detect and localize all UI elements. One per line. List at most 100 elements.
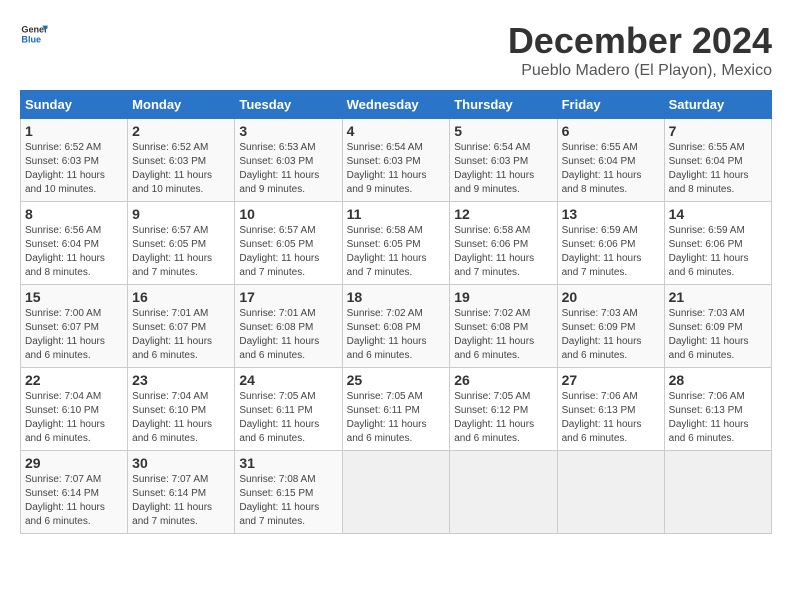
day-number: 21	[669, 289, 767, 305]
calendar-cell: 14Sunrise: 6:59 AM Sunset: 6:06 PM Dayli…	[664, 202, 771, 285]
calendar-cell: 9 Sunrise: 6:57 AM Sunset: 6:05 PM Daylig…	[128, 202, 235, 285]
weekday-wednesday: Wednesday	[342, 91, 450, 119]
day-number: 25	[347, 372, 446, 388]
day-number: 26	[454, 372, 552, 388]
day-info: Sunrise: 6:59 AM Sunset: 6:06 PM Dayligh…	[562, 224, 660, 280]
day-number: 4	[347, 123, 446, 139]
day-number: 11	[347, 206, 446, 222]
calendar-cell: 13 Sunrise: 6:59 AM Sunset: 6:06 PM Dayli…	[557, 202, 664, 285]
calendar-cell: 26 Sunrise: 7:05 AM Sunset: 6:12 PM Dayli…	[450, 368, 557, 451]
day-info: Sunrise: 6:57 AM Sunset: 6:05 PM Dayligh…	[132, 224, 230, 280]
day-info: Sunrise: 6:58 AM Sunset: 6:05 PM Dayligh…	[347, 224, 446, 280]
calendar-cell: 24 Sunrise: 7:05 AM Sunset: 6:11 PM Dayli…	[235, 368, 342, 451]
calendar-cell: 23 Sunrise: 7:04 AM Sunset: 6:10 PM Dayli…	[128, 368, 235, 451]
weekday-thursday: Thursday	[450, 91, 557, 119]
weekday-monday: Monday	[128, 91, 235, 119]
weekday-saturday: Saturday	[664, 91, 771, 119]
weekday-tuesday: Tuesday	[235, 91, 342, 119]
day-info: Sunrise: 7:02 AM Sunset: 6:08 PM Dayligh…	[347, 307, 446, 363]
day-info: Sunrise: 6:54 AM Sunset: 6:03 PM Dayligh…	[454, 141, 552, 197]
day-info: Sunrise: 7:06 AM Sunset: 6:13 PM Dayligh…	[562, 390, 660, 446]
calendar-cell: 7 Sunrise: 6:55 AM Sunset: 6:04 PM Daylig…	[664, 119, 771, 202]
day-number: 8	[25, 206, 123, 222]
day-number: 16	[132, 289, 230, 305]
day-info: Sunrise: 7:00 AM Sunset: 6:07 PM Dayligh…	[25, 307, 123, 363]
location-subtitle: Pueblo Madero (El Playon), Mexico	[508, 62, 772, 80]
day-info: Sunrise: 7:02 AM Sunset: 6:08 PM Dayligh…	[454, 307, 552, 363]
day-info: Sunrise: 7:05 AM Sunset: 6:12 PM Dayligh…	[454, 390, 552, 446]
day-number: 18	[347, 289, 446, 305]
calendar-cell: 8 Sunrise: 6:56 AM Sunset: 6:04 PM Daylig…	[21, 202, 128, 285]
day-number: 12	[454, 206, 552, 222]
calendar-cell: 1 Sunrise: 6:52 AM Sunset: 6:03 PM Daylig…	[21, 119, 128, 202]
calendar-cell: 11 Sunrise: 6:58 AM Sunset: 6:05 PM Dayli…	[342, 202, 450, 285]
day-info: Sunrise: 6:53 AM Sunset: 6:03 PM Dayligh…	[239, 141, 337, 197]
day-info: Sunrise: 6:52 AM Sunset: 6:03 PM Dayligh…	[132, 141, 230, 197]
calendar-cell: 6Sunrise: 6:55 AM Sunset: 6:04 PM Daylig…	[557, 119, 664, 202]
day-number: 2	[132, 123, 230, 139]
day-number: 6	[562, 123, 660, 139]
calendar-table: SundayMondayTuesdayWednesdayThursdayFrid…	[20, 90, 772, 534]
day-info: Sunrise: 7:03 AM Sunset: 6:09 PM Dayligh…	[669, 307, 767, 363]
calendar-cell: 22Sunrise: 7:04 AM Sunset: 6:10 PM Dayli…	[21, 368, 128, 451]
calendar-week-3: 15 Sunrise: 7:00 AM Sunset: 6:07 PM Dayli…	[21, 285, 772, 368]
calendar-cell: 21 Sunrise: 7:03 AM Sunset: 6:09 PM Dayli…	[664, 285, 771, 368]
logo-icon: General Blue	[20, 20, 48, 48]
day-number: 22	[25, 372, 123, 388]
calendar-cell: 17Sunrise: 7:01 AM Sunset: 6:08 PM Dayli…	[235, 285, 342, 368]
day-number: 23	[132, 372, 230, 388]
month-title: December 2024	[508, 20, 772, 62]
day-info: Sunrise: 6:57 AM Sunset: 6:05 PM Dayligh…	[239, 224, 337, 280]
day-info: Sunrise: 7:05 AM Sunset: 6:11 PM Dayligh…	[347, 390, 446, 446]
calendar-cell: 25 Sunrise: 7:05 AM Sunset: 6:11 PM Dayli…	[342, 368, 450, 451]
weekday-sunday: Sunday	[21, 91, 128, 119]
day-number: 10	[239, 206, 337, 222]
calendar-cell: 12 Sunrise: 6:58 AM Sunset: 6:06 PM Dayli…	[450, 202, 557, 285]
day-info: Sunrise: 6:52 AM Sunset: 6:03 PM Dayligh…	[25, 141, 123, 197]
calendar-cell: 28 Sunrise: 7:06 AM Sunset: 6:13 PM Dayli…	[664, 368, 771, 451]
calendar-cell: 19 Sunrise: 7:02 AM Sunset: 6:08 PM Dayli…	[450, 285, 557, 368]
day-number: 24	[239, 372, 337, 388]
day-number: 15	[25, 289, 123, 305]
calendar-cell	[557, 451, 664, 534]
day-number: 30	[132, 455, 230, 471]
day-number: 28	[669, 372, 767, 388]
day-info: Sunrise: 7:01 AM Sunset: 6:07 PM Dayligh…	[132, 307, 230, 363]
day-number: 7	[669, 123, 767, 139]
calendar-cell: 18 Sunrise: 7:02 AM Sunset: 6:08 PM Dayli…	[342, 285, 450, 368]
day-number: 1	[25, 123, 123, 139]
day-info: Sunrise: 7:06 AM Sunset: 6:13 PM Dayligh…	[669, 390, 767, 446]
day-info: Sunrise: 6:56 AM Sunset: 6:04 PM Dayligh…	[25, 224, 123, 280]
day-number: 13	[562, 206, 660, 222]
calendar-week-1: 1 Sunrise: 6:52 AM Sunset: 6:03 PM Daylig…	[21, 119, 772, 202]
day-number: 31	[239, 455, 337, 471]
calendar-cell: 30 Sunrise: 7:07 AM Sunset: 6:14 PM Dayli…	[128, 451, 235, 534]
calendar-cell: 29Sunrise: 7:07 AM Sunset: 6:14 PM Dayli…	[21, 451, 128, 534]
calendar-body: 1 Sunrise: 6:52 AM Sunset: 6:03 PM Daylig…	[21, 119, 772, 534]
calendar-week-5: 29Sunrise: 7:07 AM Sunset: 6:14 PM Dayli…	[21, 451, 772, 534]
day-info: Sunrise: 7:07 AM Sunset: 6:14 PM Dayligh…	[25, 473, 123, 529]
day-number: 27	[562, 372, 660, 388]
calendar-cell: 16 Sunrise: 7:01 AM Sunset: 6:07 PM Dayli…	[128, 285, 235, 368]
day-number: 5	[454, 123, 552, 139]
calendar-cell	[664, 451, 771, 534]
day-number: 3	[239, 123, 337, 139]
day-info: Sunrise: 7:08 AM Sunset: 6:15 PM Dayligh…	[239, 473, 337, 529]
calendar-cell: 5 Sunrise: 6:54 AM Sunset: 6:03 PM Daylig…	[450, 119, 557, 202]
calendar-cell: 4Sunrise: 6:54 AM Sunset: 6:03 PM Daylig…	[342, 119, 450, 202]
day-number: 19	[454, 289, 552, 305]
day-info: Sunrise: 7:07 AM Sunset: 6:14 PM Dayligh…	[132, 473, 230, 529]
calendar-cell: 20Sunrise: 7:03 AM Sunset: 6:09 PM Dayli…	[557, 285, 664, 368]
day-info: Sunrise: 6:58 AM Sunset: 6:06 PM Dayligh…	[454, 224, 552, 280]
day-info: Sunrise: 7:05 AM Sunset: 6:11 PM Dayligh…	[239, 390, 337, 446]
day-number: 9	[132, 206, 230, 222]
calendar-week-4: 22 Sunrise: 7:04 AM Sunset: 6:10 PM Dayli…	[21, 368, 772, 451]
calendar-cell: 10 Sunrise: 6:57 AM Sunset: 6:05 PM Dayli…	[235, 202, 342, 285]
logo: General Blue	[20, 20, 48, 48]
weekday-header-row: SundayMondayTuesdayWednesdayThursdayFrid…	[21, 91, 772, 119]
calendar-cell: 31 Sunrise: 7:08 AM Sunset: 6:15 PM Dayli…	[235, 451, 342, 534]
day-info: Sunrise: 7:04 AM Sunset: 6:10 PM Dayligh…	[132, 390, 230, 446]
calendar-cell	[342, 451, 450, 534]
title-block: December 2024 Pueblo Madero (El Playon),…	[508, 20, 772, 80]
day-info: Sunrise: 6:55 AM Sunset: 6:04 PM Dayligh…	[669, 141, 767, 197]
